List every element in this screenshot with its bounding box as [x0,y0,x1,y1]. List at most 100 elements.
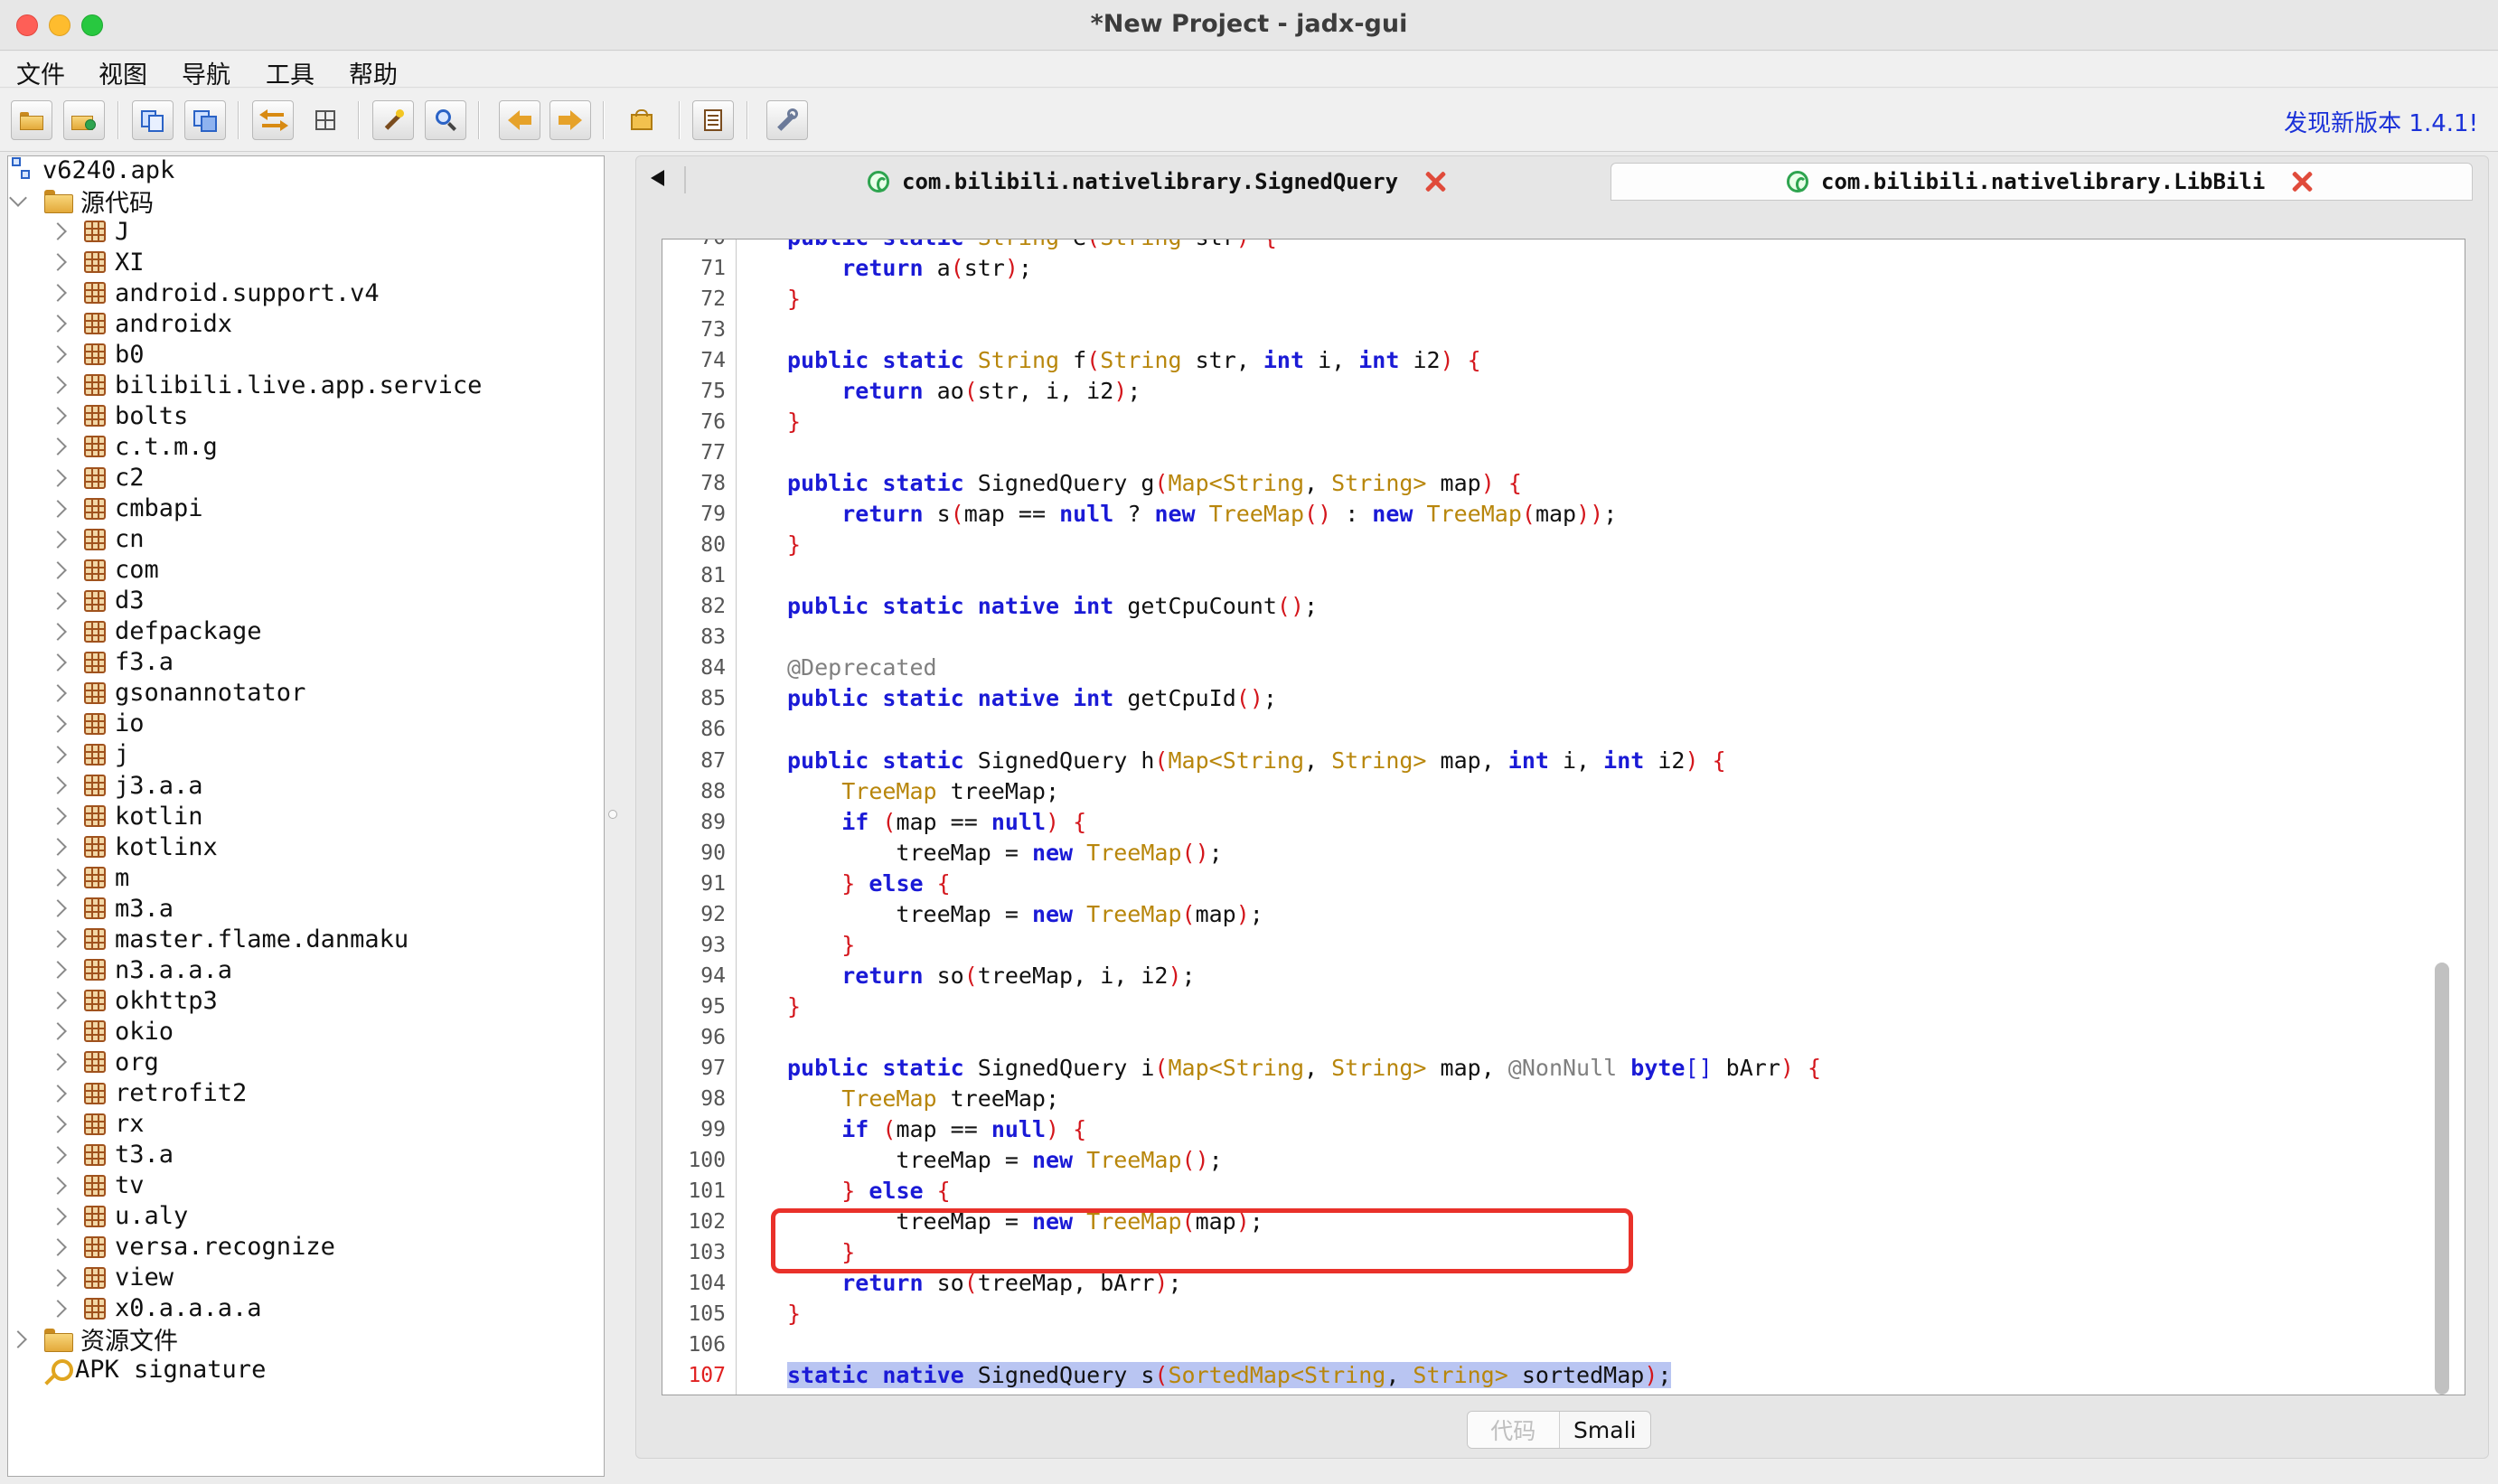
preferences-button[interactable] [766,100,808,140]
code-line[interactable]: 107 static native SignedQuery s(SortedMap… [662,1362,2465,1389]
tree-package-item[interactable]: okio [49,1016,174,1047]
code-line[interactable]: 71 return a(str); [662,255,2465,282]
code-line[interactable]: 89 if (map == null) { [662,809,2465,836]
tree-package-item[interactable]: kotlinx [49,831,218,862]
tree-package-item[interactable]: u.aly [49,1201,188,1232]
tree-package-item[interactable]: bilibili.live.app.service [49,370,482,400]
tree-package-item[interactable]: defpackage [49,616,262,647]
tree-package-item[interactable]: versa.recognize [49,1232,335,1263]
code-line[interactable]: 81 [662,562,2465,589]
code-line[interactable]: 85 public static native int getCpuId(); [662,685,2465,712]
close-tab-icon[interactable] [2290,170,2314,193]
code-line[interactable]: 98 TreeMap treeMap; [662,1085,2465,1113]
tree-package-item[interactable]: android.support.v4 [49,277,380,308]
code-line[interactable]: 104 return so(treeMap, bArr); [662,1270,2465,1297]
tree-package-item[interactable]: androidx [49,308,232,339]
tree-package-item[interactable]: x0.a.a.a.a [49,1293,262,1324]
code-line[interactable]: 93 } [662,932,2465,959]
chevron-right-icon[interactable] [49,1022,67,1041]
menu-file[interactable]: 文件 [16,55,65,90]
tree-package-item[interactable]: gsonannotator [49,678,305,709]
code-line[interactable]: 99 if (map == null) { [662,1116,2465,1143]
decompile-all-button[interactable] [372,100,414,140]
back-button[interactable] [499,100,540,140]
code-line[interactable]: 83 [662,624,2465,651]
chevron-right-icon[interactable] [49,1207,67,1226]
chevron-right-icon[interactable] [49,807,67,825]
chevron-right-icon[interactable] [49,222,67,240]
chevron-right-icon[interactable] [49,653,67,672]
tree-package-item[interactable]: n3.a.a.a [49,954,232,985]
tree-apk-signature[interactable]: APK signature [41,1355,266,1385]
tree-source-folder[interactable]: 源代码 [9,185,154,218]
code-line[interactable]: 82 public static native int getCpuCount()… [662,593,2465,620]
chevron-right-icon[interactable] [49,345,67,364]
tree-package-item[interactable]: okhttp3 [49,985,218,1016]
tree-package-item[interactable]: rx [49,1109,145,1140]
code-line[interactable]: 70 public static String e(String str) { [662,240,2465,251]
tree-package-item[interactable]: bolts [49,400,188,431]
tree-package-item[interactable]: retrofit2 [49,1078,247,1109]
tree-package-item[interactable]: com [49,555,159,586]
menu-help[interactable]: 帮助 [349,55,398,90]
code-line[interactable]: 72} [662,286,2465,313]
tree-package-item[interactable]: cmbapi [49,493,203,524]
forward-button[interactable] [549,100,591,140]
chevron-right-icon[interactable] [49,1237,67,1256]
search-button[interactable] [425,100,466,140]
chevron-right-icon[interactable] [49,622,67,641]
tab-signedquery[interactable]: com.bilibili.nativelibrary.SignedQuery [860,163,1454,201]
code-line[interactable]: 96 [662,1024,2465,1051]
copy-button[interactable] [132,100,174,140]
chevron-right-icon[interactable] [49,1176,67,1195]
tree-package-item[interactable]: j [49,739,129,770]
chevron-right-icon[interactable] [49,530,67,549]
code-line[interactable]: 100 treeMap = new TreeMap(); [662,1147,2465,1174]
code-view-button[interactable]: 代码 [1468,1412,1560,1448]
code-line[interactable]: 75 return ao(str, i, i2); [662,378,2465,405]
menu-navigation[interactable]: 导航 [182,55,230,90]
menu-tools[interactable]: 工具 [266,55,315,90]
code-line[interactable]: 77 [662,439,2465,466]
code-line[interactable]: 76} [662,409,2465,436]
deobfuscation-button[interactable] [621,100,662,140]
tree-root-apk[interactable]: v6240.apk [12,156,174,185]
tree-package-item[interactable]: t3.a [49,1140,174,1170]
smali-view-button[interactable]: Smali [1560,1412,1651,1448]
chevron-right-icon[interactable] [49,253,67,272]
tree-package-item[interactable]: m3.a [49,893,174,924]
code-line[interactable]: 86 [662,716,2465,743]
tree-package-item[interactable]: tv [49,1170,145,1201]
chevron-right-icon[interactable] [49,1084,67,1103]
chevron-right-icon[interactable] [49,499,67,518]
tree-package-item[interactable]: org [49,1047,159,1077]
chevron-right-icon[interactable] [49,683,67,702]
tree-package-item[interactable]: cn [49,524,145,555]
flatten-packages-button[interactable] [305,100,346,140]
open-file-button[interactable] [11,100,52,140]
code-line[interactable]: 78 public static SignedQuery g(Map<String… [662,470,2465,497]
chevron-right-icon[interactable] [49,591,67,610]
add-files-button[interactable] [63,100,105,140]
code-line[interactable]: 106 [662,1331,2465,1358]
chevron-right-icon[interactable] [49,376,67,395]
code-line[interactable]: 73 [662,316,2465,343]
code-line[interactable]: 84 @Deprecated [662,654,2465,681]
tree-package-item[interactable]: m [49,862,129,893]
code-line[interactable]: 74 public static String f(String str, int… [662,347,2465,374]
chevron-right-icon[interactable] [49,991,67,1010]
tree-package-item[interactable]: c.t.m.g [49,431,218,462]
chevron-right-icon[interactable] [49,284,67,303]
tree-package-item[interactable]: c2 [49,463,145,493]
chevron-right-icon[interactable] [49,1114,67,1133]
chevron-right-icon[interactable] [49,315,67,333]
tree-package-item[interactable]: f3.a [49,647,174,678]
tree-package-item[interactable]: view [49,1263,174,1293]
tree-package-item[interactable]: j3.a.a [49,770,203,801]
code-line[interactable]: 108 [662,1393,2465,1395]
menu-view[interactable]: 视图 [99,55,147,90]
tree-package-item[interactable]: J [49,216,129,247]
code-line[interactable]: 91 } else { [662,870,2465,897]
chevron-right-icon[interactable] [49,746,67,764]
tree-package-item[interactable]: kotlin [49,801,203,831]
